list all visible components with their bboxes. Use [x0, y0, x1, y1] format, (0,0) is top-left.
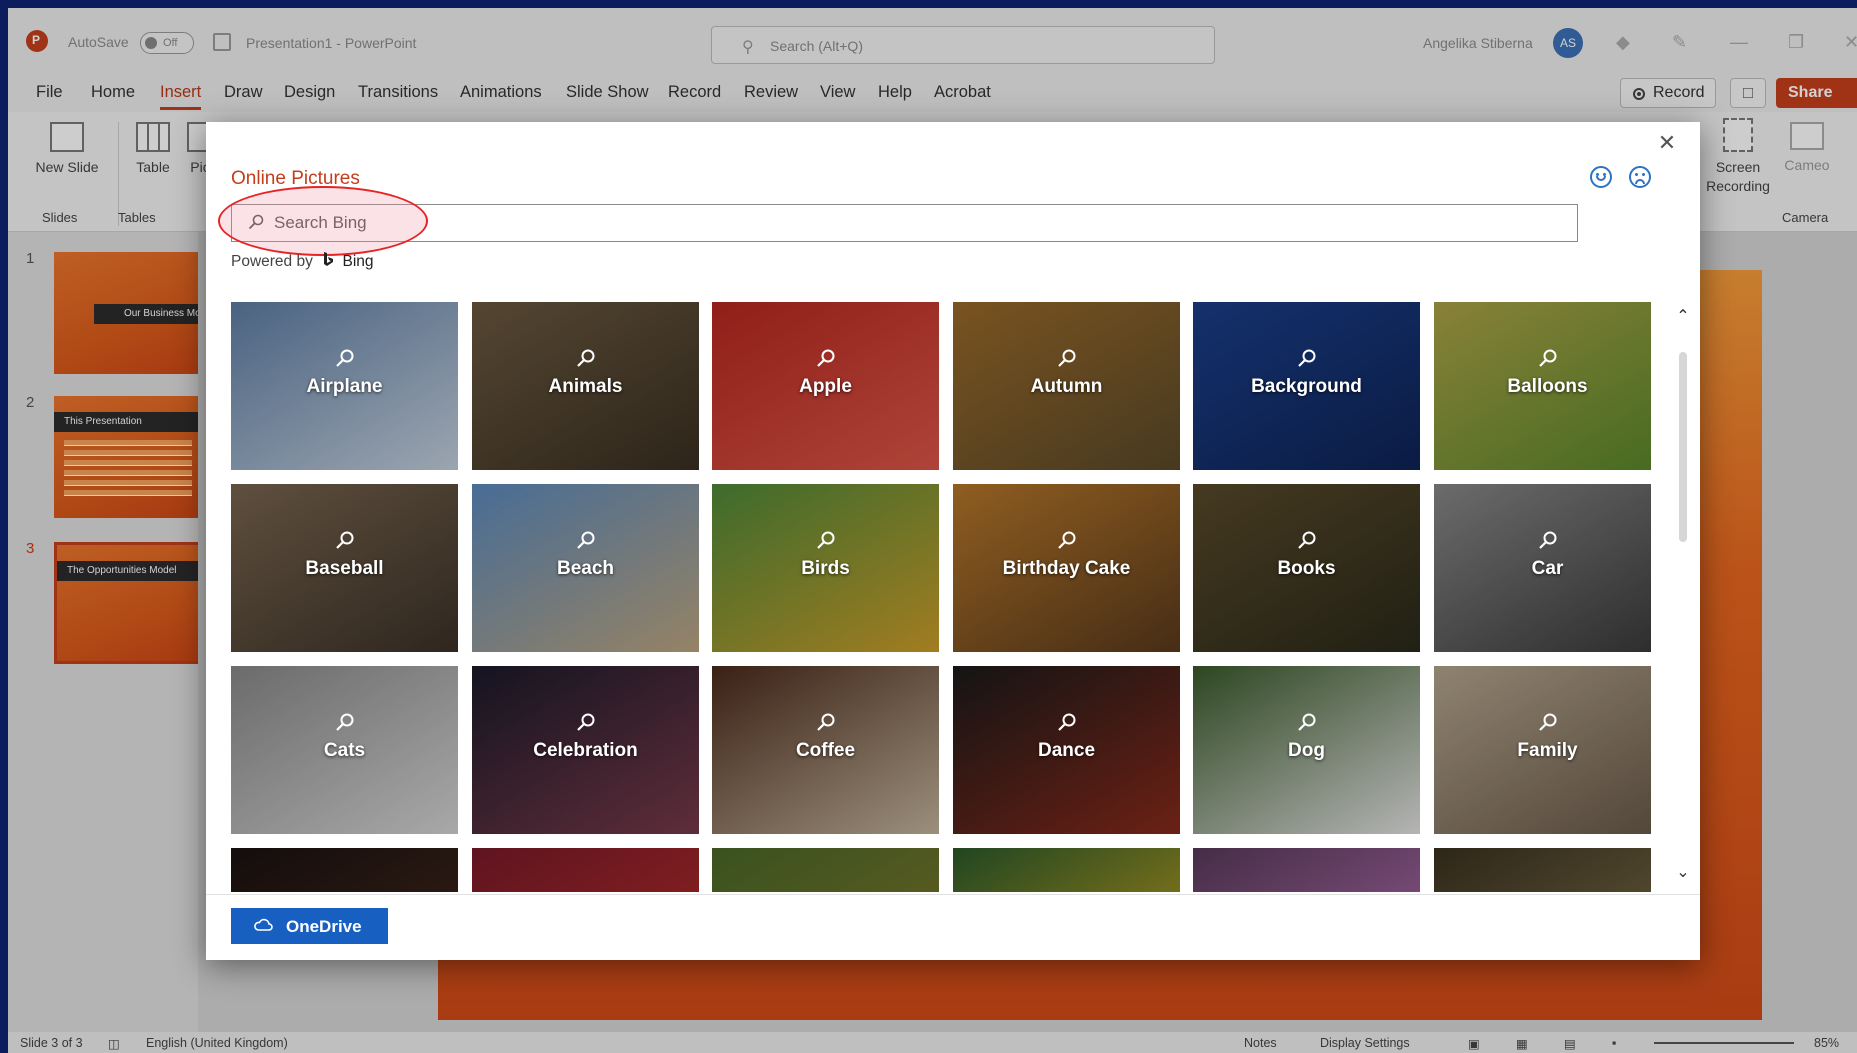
search-icon — [1298, 349, 1316, 367]
smile-icon[interactable] — [1590, 166, 1612, 188]
tile-shade — [472, 848, 699, 892]
dialog-title: Online Pictures — [231, 168, 360, 189]
powered-by-bing: Powered by Bing — [231, 250, 374, 271]
frown-icon[interactable] — [1629, 166, 1651, 188]
category-tile[interactable]: Beach — [472, 484, 699, 652]
category-label: Birds — [801, 558, 850, 579]
category-tile[interactable] — [712, 848, 939, 892]
search-icon — [1298, 531, 1316, 549]
chevron-up-icon[interactable]: ⌃ — [1672, 306, 1694, 328]
search-icon — [1539, 713, 1557, 731]
search-icon — [1058, 349, 1076, 367]
search-icon — [817, 531, 835, 549]
close-icon[interactable]: ✕ — [1654, 130, 1680, 156]
category-label: Coffee — [795, 740, 856, 761]
grid-scrollbar[interactable]: ⌃ ⌄ — [1672, 302, 1694, 892]
category-label: Beach — [556, 558, 615, 579]
category-tile[interactable]: Cats — [231, 666, 458, 834]
category-label: Baseball — [305, 558, 384, 579]
category-grid: Airplane Animals Apple Autumn Background Ball… — [231, 302, 1651, 892]
category-tile[interactable]: Airplane — [231, 302, 458, 470]
search-icon — [817, 349, 835, 367]
tile-shade — [231, 848, 458, 892]
tile-shade — [953, 848, 1180, 892]
search-icon — [1058, 531, 1076, 549]
bing-search-box[interactable] — [231, 204, 1578, 242]
tile-shade — [1193, 848, 1420, 892]
search-icon — [577, 531, 595, 549]
category-label: Family — [1517, 740, 1578, 761]
category-label: Books — [1277, 558, 1336, 579]
search-icon — [817, 713, 835, 731]
category-tile[interactable] — [1434, 848, 1651, 892]
category-label: Cats — [323, 740, 366, 761]
category-tile[interactable]: Family — [1434, 666, 1651, 834]
category-tile[interactable] — [953, 848, 1180, 892]
category-tile[interactable] — [1193, 848, 1420, 892]
category-tile[interactable]: Birthday Cake — [953, 484, 1180, 652]
powerpoint-window: AutoSave Off Presentation1 - PowerPoint … — [8, 8, 1857, 1053]
category-label: Background — [1251, 376, 1362, 397]
dialog-divider — [206, 894, 1700, 895]
tile-shade — [712, 848, 939, 892]
tile-shade — [1434, 848, 1651, 892]
category-label: Apple — [799, 376, 852, 397]
category-tile[interactable]: Balloons — [1434, 302, 1651, 470]
search-icon — [577, 713, 595, 731]
cloud-icon — [254, 918, 273, 931]
category-tile[interactable]: Birds — [712, 484, 939, 652]
category-tile[interactable] — [472, 848, 699, 892]
search-icon — [1298, 713, 1316, 731]
chevron-down-icon[interactable]: ⌄ — [1672, 862, 1694, 884]
category-label: Balloons — [1507, 376, 1588, 397]
bing-label: Bing — [342, 253, 374, 270]
search-icon — [336, 713, 354, 731]
category-tile[interactable]: Celebration — [472, 666, 699, 834]
category-label: Celebration — [533, 740, 638, 761]
category-tile[interactable]: Books — [1193, 484, 1420, 652]
category-tile[interactable]: Autumn — [953, 302, 1180, 470]
online-pictures-dialog: ✕ Online Pictures Powered by Bing Airpla… — [206, 122, 1700, 960]
search-icon — [1539, 531, 1557, 549]
search-icon — [1539, 349, 1557, 367]
search-icon — [248, 214, 264, 230]
category-tile[interactable]: Baseball — [231, 484, 458, 652]
category-label: Animals — [548, 376, 623, 397]
search-icon — [1058, 713, 1076, 731]
category-tile[interactable]: Dog — [1193, 666, 1420, 834]
category-label: Car — [1531, 558, 1564, 579]
search-icon — [336, 349, 354, 367]
category-tile[interactable]: Background — [1193, 302, 1420, 470]
category-label: Dance — [1037, 740, 1096, 761]
bing-logo-icon — [324, 252, 334, 266]
bing-search-input[interactable] — [274, 209, 1554, 237]
onedrive-button[interactable]: OneDrive — [231, 908, 388, 944]
scroll-thumb[interactable] — [1679, 352, 1687, 542]
category-tile[interactable] — [231, 848, 458, 892]
category-label: Autumn — [1030, 376, 1103, 397]
category-tile[interactable]: Apple — [712, 302, 939, 470]
category-tile[interactable]: Coffee — [712, 666, 939, 834]
category-tile[interactable]: Car — [1434, 484, 1651, 652]
powered-by-label: Powered by — [231, 253, 313, 270]
category-label: Dog — [1288, 740, 1325, 761]
search-icon — [336, 531, 354, 549]
category-label: Birthday Cake — [1002, 558, 1131, 579]
search-icon — [577, 349, 595, 367]
category-tile[interactable]: Animals — [472, 302, 699, 470]
category-tile[interactable]: Dance — [953, 666, 1180, 834]
category-label: Airplane — [306, 376, 383, 397]
onedrive-label: OneDrive — [286, 917, 362, 936]
